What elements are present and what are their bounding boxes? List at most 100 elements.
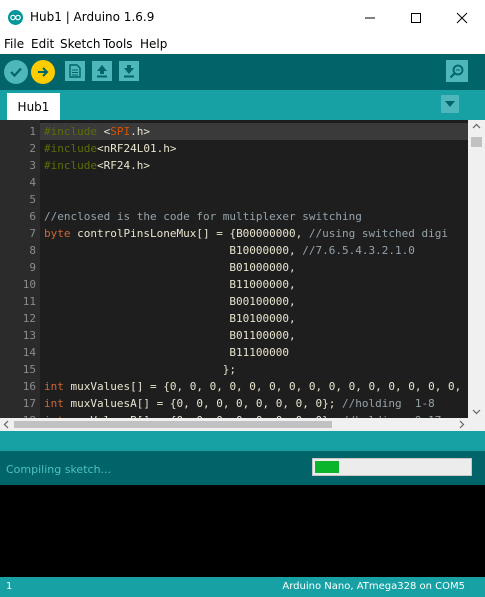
upload-arrow-icon <box>38 67 49 77</box>
footer-bar: 1 Arduino Nano, ATmega328 on COM5 <box>0 577 485 597</box>
code-token: //enclosed is the code for multiplexer s… <box>44 210 362 223</box>
code-token: B10000000, <box>44 244 303 257</box>
save-sketch-button[interactable] <box>119 61 139 81</box>
code-line[interactable]: //enclosed is the code for multiplexer s… <box>44 208 362 225</box>
horizontal-scrollbar[interactable] <box>0 418 468 431</box>
maximize-icon <box>411 13 421 23</box>
current-line-number: 1 <box>6 581 13 592</box>
code-line[interactable]: B01000000, <box>44 259 296 276</box>
code-token: .h> <box>130 125 150 138</box>
line-number: 2 <box>29 142 36 155</box>
code-line[interactable]: byte controlPinsLoneMux[] = {B00000000, … <box>44 225 448 242</box>
scroll-up-icon[interactable] <box>468 120 485 133</box>
tab-hub1[interactable]: Hub1 <box>7 93 60 120</box>
code-line[interactable]: B11100000 <box>44 344 289 361</box>
open-sketch-button[interactable] <box>92 61 112 81</box>
line-number: 9 <box>29 261 36 274</box>
code-token: //using switched digi <box>308 227 448 240</box>
vertical-scrollbar[interactable] <box>468 120 485 418</box>
maximize-button[interactable] <box>393 0 439 36</box>
code-token: B11000000, <box>44 278 296 291</box>
line-number: 13 <box>22 329 36 342</box>
scroll-right-icon[interactable] <box>455 418 468 431</box>
code-line[interactable]: B00100000, <box>44 293 295 310</box>
line-number-gutter: 123456789101112131415161718 <box>0 120 40 427</box>
line-number: 11 <box>22 295 36 308</box>
code-line[interactable]: B11000000, <box>44 276 296 293</box>
board-port-info: Arduino Nano, ATmega328 on COM5 <box>282 581 465 592</box>
verify-button[interactable] <box>4 60 28 84</box>
code-line[interactable]: int muxValuesA[] = {0, 0, 0, 0, 0, 0, 0,… <box>44 395 435 412</box>
console-output[interactable] <box>0 485 485 577</box>
compile-progress-bar <box>312 458 472 476</box>
new-sketch-button[interactable] <box>65 61 85 81</box>
line-number: 4 <box>29 176 36 189</box>
line-number: 6 <box>29 210 36 223</box>
code-line[interactable]: #include<nRF24L01.h> <box>44 140 176 157</box>
tab-label: Hub1 <box>17 99 50 114</box>
scroll-down-icon[interactable] <box>468 405 485 418</box>
line-number: 3 <box>29 159 36 172</box>
toolbar <box>0 54 485 90</box>
code-token: int <box>44 380 64 393</box>
menu-edit[interactable]: Edit <box>31 37 54 51</box>
code-line[interactable]: B10000000, //7.6.5.4.3.2.1.0 <box>44 242 415 259</box>
code-token: //holding 1-8 <box>342 397 435 410</box>
minimize-button[interactable] <box>347 0 393 36</box>
scrollbar-corner <box>468 418 485 431</box>
code-token: //7.6.5.4.3.2.1.0 <box>302 244 415 257</box>
new-sketch-icon <box>69 64 81 78</box>
code-token: <RF24.h> <box>96 159 150 172</box>
tab-menu-button[interactable] <box>441 95 459 113</box>
triangle-down-icon <box>445 101 455 107</box>
arduino-logo-icon <box>8 10 23 25</box>
save-sketch-icon <box>124 65 134 78</box>
menu-bar: File Edit Sketch Tools Help <box>0 36 485 54</box>
code-line[interactable]: int muxValues[] = {0, 0, 0, 0, 0, 0, 0, … <box>44 378 461 395</box>
title-bar: Hub1 | Arduino 1.6.9 <box>0 0 485 36</box>
code-token: int <box>44 397 64 410</box>
menu-file[interactable]: File <box>4 37 24 51</box>
code-editor[interactable]: 123456789101112131415161718 #include <SP… <box>0 120 485 431</box>
code-line[interactable]: B01100000, <box>44 327 296 344</box>
status-message: Compiling sketch... <box>6 463 112 476</box>
line-number: 8 <box>29 244 36 257</box>
code-token: #include <box>44 125 104 138</box>
editor-console-divider[interactable] <box>0 431 485 451</box>
code-token: muxValues[] = {0, 0, 0, 0, 0, 0, 0, 0, 0… <box>63 380 462 393</box>
code-area[interactable]: #include <SPI.h> #include<nRF24L01.h> #inc… <box>40 120 468 418</box>
menu-help[interactable]: Help <box>140 37 167 51</box>
code-token: SPI <box>110 125 131 138</box>
code-token: }; <box>44 363 237 376</box>
close-button[interactable] <box>439 0 485 36</box>
line-number: 10 <box>22 278 36 291</box>
code-line[interactable]: #include<RF24.h> <box>44 157 150 174</box>
code-token: B11100000 <box>44 346 290 359</box>
upload-button[interactable] <box>31 60 55 84</box>
line-number: 7 <box>29 227 36 240</box>
code-line[interactable]: }; <box>44 361 236 378</box>
code-line[interactable]: #include <SPI.h> <box>40 123 468 140</box>
line-number: 15 <box>22 363 36 376</box>
code-token: B10100000, <box>44 312 296 325</box>
line-number: 5 <box>29 193 36 206</box>
code-token: #include <box>44 142 97 155</box>
line-number: 1 <box>29 125 36 138</box>
menu-tools[interactable]: Tools <box>103 37 133 51</box>
serial-monitor-icon <box>449 64 464 79</box>
code-token: B01000000, <box>44 261 296 274</box>
vertical-scroll-thumb[interactable] <box>471 137 482 147</box>
menu-sketch[interactable]: Sketch <box>60 37 100 51</box>
tab-bar: Hub1 <box>0 90 485 120</box>
serial-monitor-button[interactable] <box>446 60 468 82</box>
code-token: #include <box>44 159 97 172</box>
code-line[interactable]: B10100000, <box>44 310 296 327</box>
horizontal-scroll-thumb[interactable] <box>14 421 332 428</box>
code-token: <nRF24L01.h> <box>96 142 177 155</box>
code-token: B01100000, <box>44 329 296 342</box>
verify-checkmark-icon <box>10 67 22 78</box>
line-number: 14 <box>22 346 36 359</box>
code-token: muxValuesA[] = {0, 0, 0, 0, 0, 0, 0, 0}; <box>63 397 343 410</box>
scroll-left-icon[interactable] <box>0 418 13 431</box>
window-title: Hub1 | Arduino 1.6.9 <box>30 10 155 24</box>
